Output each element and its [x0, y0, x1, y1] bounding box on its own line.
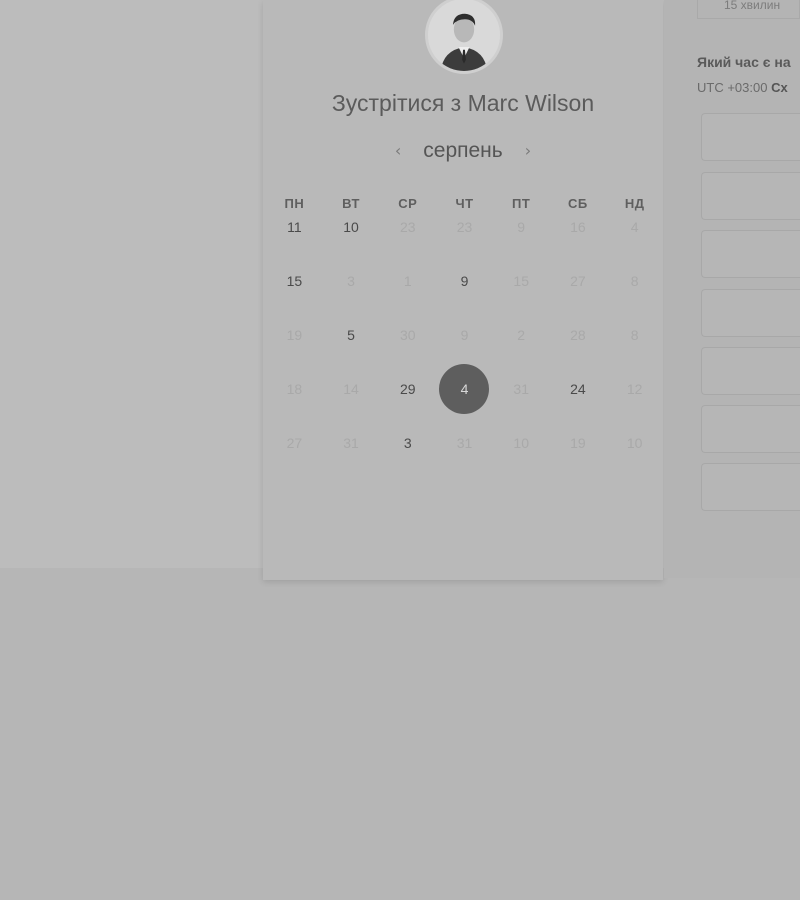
calendar-day[interactable]: 3	[379, 416, 436, 470]
calendar-day-number: 9	[460, 273, 469, 289]
timezone-name: Сх	[771, 80, 788, 95]
time-slot[interactable]	[701, 463, 800, 511]
calendar-day-number: 19	[286, 327, 303, 343]
calendar-day-number: 12	[626, 381, 643, 397]
calendar-day: 8	[606, 308, 663, 362]
timezone-label[interactable]: UTC +03:00 Сх	[697, 80, 788, 95]
calendar-day-number: 15	[286, 273, 303, 289]
calendar-day: 19	[550, 416, 607, 470]
calendar-day: 1	[379, 254, 436, 308]
calendar-day-number: 9	[460, 327, 469, 343]
time-slot[interactable]	[701, 405, 800, 453]
calendar-day-number: 23	[399, 219, 416, 235]
calendar-day-number: 23	[456, 219, 473, 235]
calendar-day: 27	[266, 416, 323, 470]
calendar-day: 16	[550, 200, 607, 254]
calendar-day: 23	[436, 200, 493, 254]
calendar-day: 14	[323, 362, 380, 416]
calendar-day[interactable]: 10	[323, 200, 380, 254]
time-slot[interactable]	[701, 347, 800, 395]
time-slot[interactable]	[701, 230, 800, 278]
host-name: Marc Wilson	[467, 90, 595, 116]
calendar-day[interactable]: 9	[436, 254, 493, 308]
calendar-day-number: 10	[513, 435, 529, 451]
calendar-day: 23	[379, 200, 436, 254]
calendar-day: 31	[493, 362, 550, 416]
chevron-right-icon[interactable]: ›	[521, 143, 535, 159]
time-slot[interactable]	[701, 289, 800, 337]
calendar-day-number: 24	[570, 381, 586, 397]
calendar-day-number: 29	[399, 381, 416, 397]
calendar-day: 30	[379, 308, 436, 362]
calendar-day: 31	[323, 416, 380, 470]
calendar-day-number: 10	[343, 219, 359, 235]
calendar-day-number: 15	[513, 273, 529, 289]
calendar-day-number: 4	[630, 219, 639, 235]
calendar-day: 10	[606, 416, 663, 470]
calendar-day-number: 8	[630, 273, 639, 289]
calendar-day-number: 27	[570, 273, 586, 289]
calendar-day: 18	[266, 362, 323, 416]
timezone-offset: UTC +03:00	[697, 80, 768, 95]
calendar-day: 10	[493, 416, 550, 470]
calendar-day-selected[interactable]: 4	[436, 362, 493, 416]
calendar-day: 8	[606, 254, 663, 308]
calendar-day-number: 19	[570, 435, 586, 451]
calendar-day-number: 30	[399, 327, 416, 343]
calendar-day-number: 27	[286, 435, 303, 451]
calendar-day: 31	[436, 416, 493, 470]
calendar-day-number: 31	[343, 435, 359, 451]
calendar-day: 28	[550, 308, 607, 362]
calendar-day: 4	[606, 200, 663, 254]
duration-option[interactable]: 15 хвилин	[697, 0, 800, 19]
person-icon	[428, 0, 500, 71]
calendar-day: 2	[493, 308, 550, 362]
time-question-heading: Який час є на	[697, 54, 791, 70]
calendar-day-number: 28	[570, 327, 586, 343]
calendar-day-number: 9	[517, 219, 526, 235]
calendar-day-number: 3	[347, 273, 355, 289]
calendar-day: 12	[606, 362, 663, 416]
calendar-day[interactable]: 15	[266, 254, 323, 308]
calendar-day: 3	[323, 254, 380, 308]
calendar-day-number: 10	[626, 435, 643, 451]
calendar-day[interactable]: 11	[266, 200, 323, 254]
calendar-day: 27	[550, 254, 607, 308]
calendar-day-number: 4	[460, 381, 469, 397]
calendar-day-number: 8	[630, 327, 639, 343]
calendar-day: 9	[436, 308, 493, 362]
calendar-day-number: 31	[513, 381, 529, 397]
calendar-day-number: 11	[287, 219, 302, 235]
calendar-day-number: 2	[517, 327, 526, 343]
chevron-left-icon[interactable]: ‹	[391, 143, 405, 159]
meet-prefix: Зустрітися з	[331, 90, 462, 116]
time-slot[interactable]	[701, 113, 800, 161]
calendar-day[interactable]: 5	[323, 308, 380, 362]
calendar-day[interactable]: 29	[379, 362, 436, 416]
time-slot[interactable]	[701, 172, 800, 220]
calendar-day-number: 31	[456, 435, 473, 451]
meeting-title: Зустрітися з Marc Wilson	[263, 90, 663, 117]
calendar-day: 9	[493, 200, 550, 254]
calendar-day-number: 5	[347, 327, 355, 343]
calendar-day[interactable]: 24	[550, 362, 607, 416]
calendar-day-number: 3	[403, 435, 412, 451]
month-navigation: ‹ серпень ›	[263, 136, 663, 166]
calendar-day-number: 14	[343, 381, 359, 397]
calendar-day-number: 18	[286, 381, 303, 397]
month-label: серпень	[423, 139, 503, 162]
calendar-day-number: 16	[570, 219, 586, 235]
calendar-days: 11 10 23 23 9 16 4 15 3 1 9 15 27 8 19 5 30 9 2 28 8 18 14 29 4 3…	[266, 200, 663, 470]
calendar-day: 19	[266, 308, 323, 362]
calendar-day-number: 1	[403, 273, 412, 289]
calendar-day: 15	[493, 254, 550, 308]
